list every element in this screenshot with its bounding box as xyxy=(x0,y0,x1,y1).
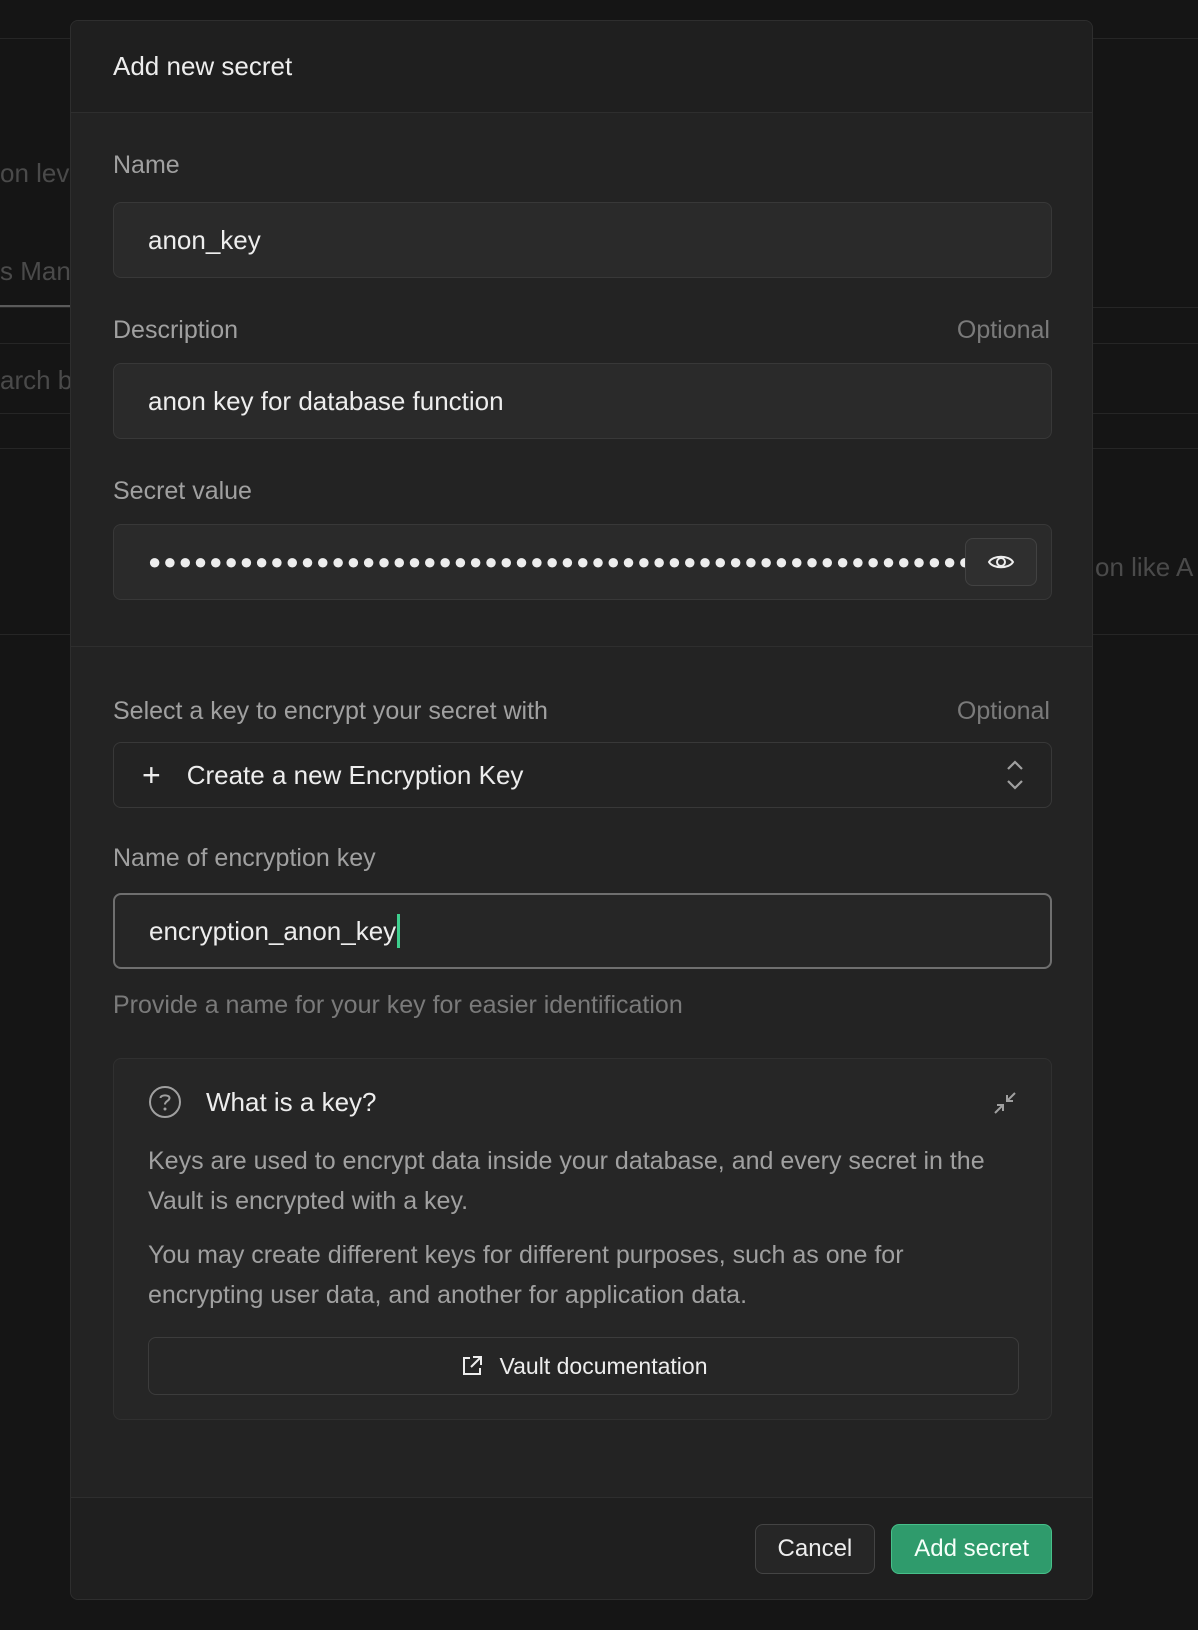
secret-fields: Name anon_key Description Optional anon … xyxy=(71,113,1092,600)
add-secret-modal: Add new secret Name anon_key Description… xyxy=(70,20,1093,1600)
description-input-value: anon key for database function xyxy=(148,385,504,416)
description-label-row: Description Optional xyxy=(113,316,1050,345)
vault-documentation-button[interactable]: Vault documentation xyxy=(148,1337,1019,1395)
info-title-row: What is a key? xyxy=(148,1085,1017,1119)
info-title: What is a key? xyxy=(206,1086,377,1117)
encryption-fields: Select a key to encrypt your secret with… xyxy=(71,647,1092,1420)
secret-value-label-row: Secret value xyxy=(113,477,1050,506)
key-name-helper: Provide a name for your key for easier i… xyxy=(113,991,683,1019)
key-name-label: Name of encryption key xyxy=(113,844,376,872)
name-input-value: anon_key xyxy=(148,224,261,255)
key-name-label-row: Name of encryption key xyxy=(113,844,1050,873)
vault-documentation-label: Vault documentation xyxy=(499,1352,708,1379)
secret-value-masked: ●●●●●●●●●●●●●●●●●●●●●●●●●●●●●●●●●●●●●●●●… xyxy=(148,549,968,574)
bg-text-fragment: on lev xyxy=(0,158,70,188)
bg-tab-fragment: s Man xyxy=(0,256,71,286)
name-input[interactable]: anon_key xyxy=(113,202,1052,278)
chevron-up-down-icon xyxy=(1007,760,1023,790)
encryption-key-select[interactable]: + Create a new Encryption Key xyxy=(113,742,1052,808)
secret-value-label: Secret value xyxy=(113,477,252,505)
info-paragraph-1: Keys are used to encrypt data inside you… xyxy=(148,1147,985,1215)
bg-search-fragment: arch b xyxy=(0,365,73,395)
encryption-select-label: Select a key to encrypt your secret with xyxy=(113,697,548,725)
collapse-icon[interactable] xyxy=(993,1091,1017,1115)
modal-footer: Cancel Add secret xyxy=(71,1497,1092,1599)
description-label: Description xyxy=(113,316,239,344)
name-label: Name xyxy=(113,151,180,179)
what-is-key-panel: What is a key? Keys are used to encrypt … xyxy=(113,1058,1052,1420)
plus-icon: + xyxy=(142,757,161,793)
key-name-input-value: encryption_anon_key xyxy=(149,915,397,946)
external-link-icon xyxy=(462,1356,482,1375)
question-circle-icon xyxy=(149,1086,181,1118)
description-input[interactable]: anon key for database function xyxy=(113,363,1052,439)
toggle-visibility-button[interactable] xyxy=(965,538,1037,586)
secret-value-input[interactable]: ●●●●●●●●●●●●●●●●●●●●●●●●●●●●●●●●●●●●●●●●… xyxy=(113,524,1052,600)
encryption-optional-label: Optional xyxy=(956,697,1050,725)
eye-icon xyxy=(987,555,1015,569)
name-label-row: Name xyxy=(113,151,1050,180)
cancel-button[interactable]: Cancel xyxy=(754,1523,876,1574)
text-caret xyxy=(397,914,401,948)
add-secret-button[interactable]: Add secret xyxy=(891,1523,1052,1574)
modal-header: Add new secret xyxy=(71,21,1092,113)
modal-title: Add new secret xyxy=(113,51,293,81)
encryption-label-row: Select a key to encrypt your secret with… xyxy=(113,697,1050,726)
info-paragraph-2: You may create different keys for differ… xyxy=(148,1241,904,1309)
description-optional-label: Optional xyxy=(956,316,1050,344)
encryption-select-value: Create a new Encryption Key xyxy=(186,759,524,790)
key-name-input[interactable]: encryption_anon_key xyxy=(113,893,1052,969)
bg-text-fragment: on like A xyxy=(1095,552,1194,582)
